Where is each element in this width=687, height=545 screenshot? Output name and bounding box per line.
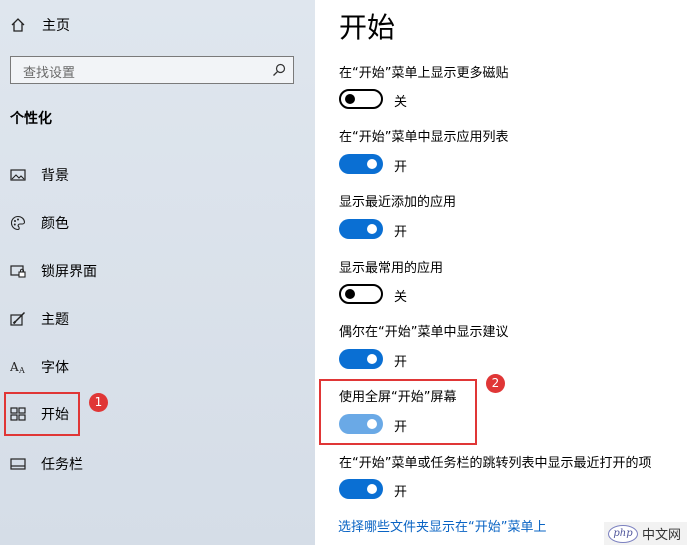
toggle-knob [367,484,377,494]
section-title: 个性化 [10,111,52,127]
highlight-box [319,379,477,445]
toggle-knob [367,159,377,169]
svg-text:A: A [18,366,25,375]
sidebar-item-label: 主题 [41,312,69,328]
toggle-switch[interactable] [339,479,383,499]
sidebar-item-label: 锁屏界面 [41,264,97,280]
watermark: php 中文网 [604,522,687,545]
watermark-logo: php [608,524,638,543]
theme-brush-icon [10,311,26,326]
setting-label: 偶尔在“开始”菜单中显示建议 [339,325,509,340]
toggle-state-label: 开 [394,225,408,240]
toggle-state-label: 开 [394,355,408,370]
toggle-knob [367,224,377,234]
sidebar-item-label: 颜色 [41,216,69,232]
setting-label: 在“开始”菜单上显示更多磁贴 [339,66,509,81]
taskbar-icon [10,458,26,470]
setting-label: 在“开始”菜单或任务栏的跳转列表中显示最近打开的项 [339,456,652,471]
sidebar-item-label: 背景 [41,168,69,184]
sidebar-item-colors[interactable]: 颜色 [10,212,69,234]
watermark-text: 中文网 [642,528,682,543]
sidebar-item-label: 字体 [41,360,69,376]
palette-icon [10,215,26,231]
toggle-switch[interactable] [339,219,383,239]
toggle-knob [345,289,355,299]
toggle-state-label: 开 [394,160,408,175]
sidebar-item-themes[interactable]: 主题 [10,308,69,330]
toggle-state-label: 关 [394,290,408,305]
step-badge: 2 [486,374,505,393]
search-icon[interactable] [271,62,287,78]
home-nav-item[interactable]: 主页 [10,14,70,36]
setting-label: 在“开始”菜单中显示应用列表 [339,130,509,145]
step-badge: 1 [89,393,108,412]
svg-text:A: A [10,360,19,374]
font-icon: AA [10,360,25,375]
toggle-knob [367,354,377,364]
toggle-switch[interactable] [339,154,383,174]
search-input[interactable]: 查找设置 [10,56,294,84]
home-label: 主页 [42,18,70,34]
toggle-state-label: 关 [394,95,408,110]
sidebar: 主页 查找设置 个性化 背景 颜色 锁屏界面 主题 AA 字体 开始 任务栏 1 [0,0,315,545]
toggle-switch[interactable] [339,284,383,304]
toggle-state-label: 开 [394,485,408,500]
sidebar-item-label: 任务栏 [41,457,83,473]
search-placeholder: 查找设置 [23,66,76,81]
sidebar-item-fonts[interactable]: AA 字体 [10,356,69,378]
home-icon [11,18,25,32]
sidebar-item-lock-screen[interactable]: 锁屏界面 [10,260,97,282]
toggle-switch[interactable] [339,89,383,109]
setting-label: 显示最常用的应用 [339,261,444,276]
picture-icon [10,169,26,181]
lock-screen-icon [10,265,26,278]
highlight-box [4,392,80,436]
sidebar-item-background[interactable]: 背景 [10,164,69,186]
page-title: 开始 [339,11,396,44]
choose-folders-link[interactable]: 选择哪些文件夹显示在“开始”菜单上 [338,516,546,535]
toggle-switch[interactable] [339,349,383,369]
sidebar-item-taskbar[interactable]: 任务栏 [10,453,83,475]
setting-label: 显示最近添加的应用 [339,195,457,210]
toggle-knob [345,94,355,104]
